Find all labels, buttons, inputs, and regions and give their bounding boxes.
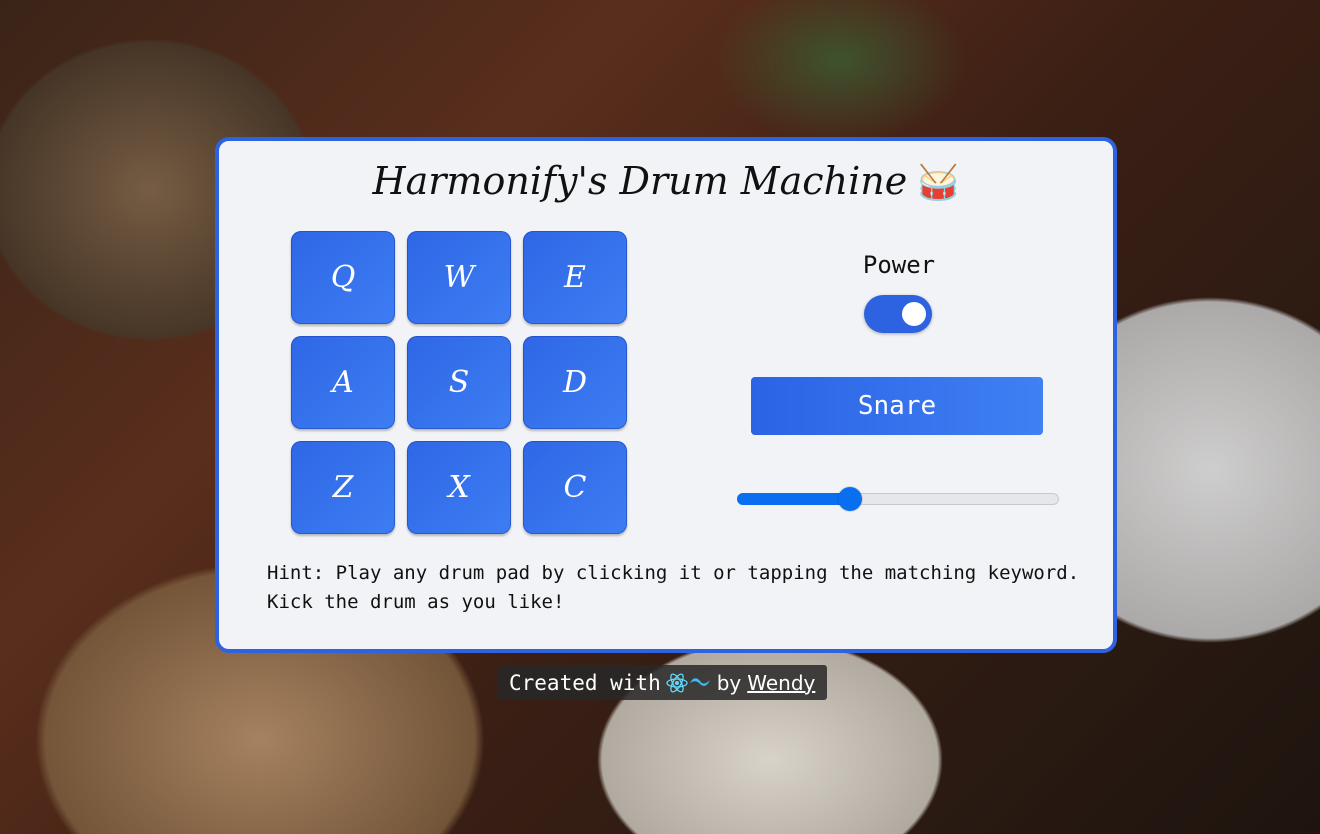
drum-pad-e[interactable]: E	[523, 231, 627, 324]
power-toggle-knob	[902, 302, 926, 326]
app-title-text: Harmonify's Drum Machine	[372, 159, 908, 203]
drum-pad-a[interactable]: A	[291, 336, 395, 429]
drum-pad-q[interactable]: Q	[291, 231, 395, 324]
drum-pad-d[interactable]: D	[523, 336, 627, 429]
drum-pad-z[interactable]: Z	[291, 441, 395, 534]
drum-kit-icon: 🥁	[917, 163, 960, 203]
tailwind-icon	[689, 677, 710, 686]
volume-slider-thumb[interactable]	[837, 487, 862, 511]
hint-text: Hint: Play any drum pad by clicking it o…	[267, 562, 1080, 613]
app-title: Harmonify's Drum Machine 🥁	[219, 159, 1113, 203]
footer-credit: Created with by Wendy	[497, 665, 828, 700]
sound-display: Snare	[751, 377, 1043, 435]
power-label: Power	[862, 251, 936, 279]
drum-pad-s[interactable]: S	[407, 336, 511, 429]
author-link[interactable]: Wendy	[747, 671, 815, 695]
drum-pad-x[interactable]: X	[407, 441, 511, 534]
footer-by: by	[716, 670, 742, 695]
drum-pad-grid: Q W E A S D Z X C	[291, 231, 627, 534]
drum-pad-w[interactable]: W	[407, 231, 511, 324]
volume-slider[interactable]	[737, 481, 1059, 517]
react-icon	[666, 672, 688, 693]
drum-pad-c[interactable]: C	[523, 441, 627, 534]
footer-created-with: Created with	[509, 670, 661, 695]
volume-slider-fill	[737, 493, 850, 505]
power-toggle[interactable]	[864, 295, 932, 333]
drum-machine-card: Harmonify's Drum Machine 🥁 Q W E A S D Z …	[215, 137, 1117, 653]
footer-tech-icons	[665, 671, 711, 695]
